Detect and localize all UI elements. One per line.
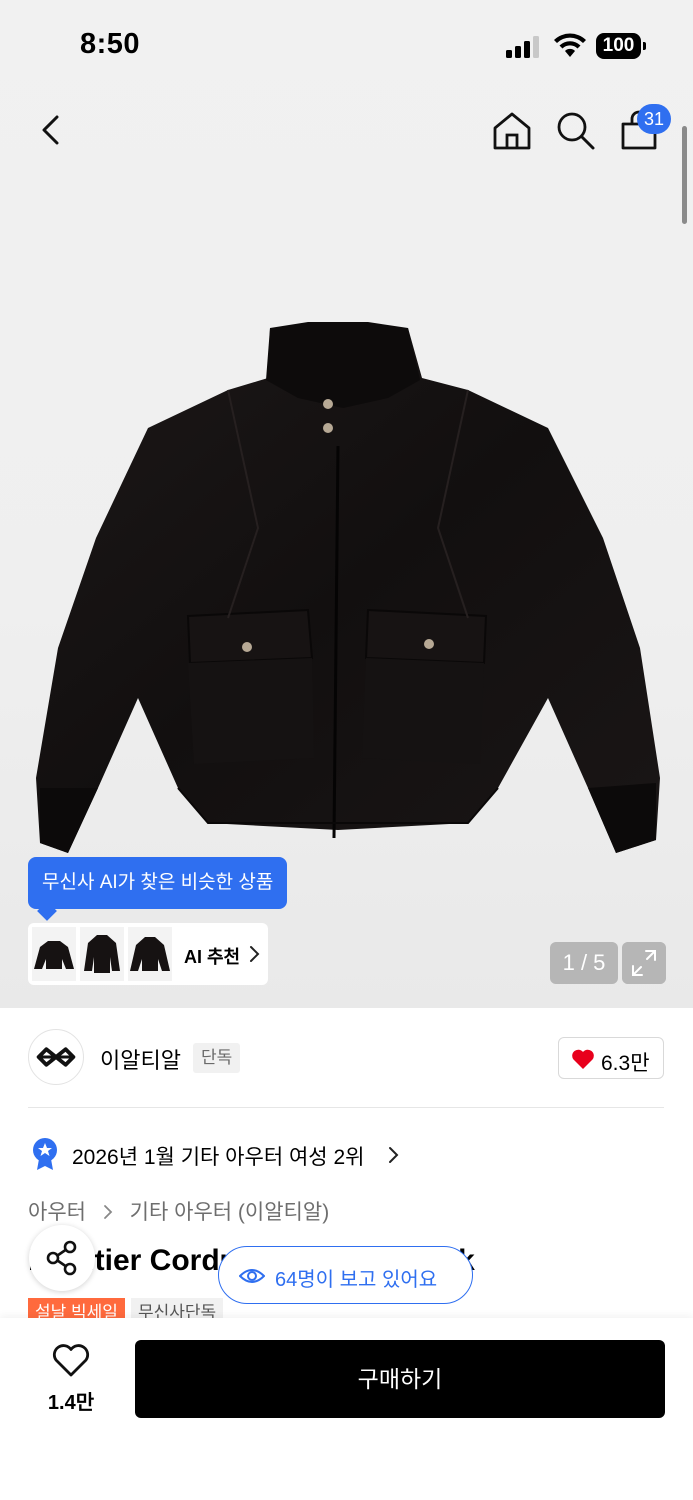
brand-like-count: 6.3만: [601, 1052, 650, 1075]
exclusive-tag: 무신사단독: [130, 1298, 224, 1320]
ai-thumbnail[interactable]: [80, 927, 124, 981]
battery-level: 100: [596, 33, 641, 59]
chevron-right-icon: [103, 1205, 113, 1219]
wishlist-count: 1.4만: [47, 1392, 95, 1414]
sale-tag: 설날 빅세일: [28, 1298, 125, 1320]
wishlist-button[interactable]: 1.4만: [30, 1340, 112, 1420]
back-icon[interactable]: [30, 108, 74, 152]
status-time: 8:50: [80, 28, 141, 60]
ai-similar-tooltip[interactable]: 무신사 AI가 찾은 비슷한 상품: [28, 857, 288, 909]
brand-like-button[interactable]: 6.3만: [558, 1037, 664, 1079]
image-page-indicator: 1 / 5: [550, 942, 618, 984]
share-button[interactable]: [29, 1225, 95, 1291]
chevron-right-icon: [250, 946, 260, 962]
ai-thumbnail[interactable]: [32, 927, 76, 981]
divider: [28, 1107, 664, 1108]
battery-icon: 100: [596, 33, 646, 59]
buy-button[interactable]: 구매하기: [135, 1340, 665, 1418]
product-gallery[interactable]: 8:50 100 31 무신사 AI가 찾은 비슷한 상품 AI 추천 1 / …: [0, 0, 693, 1008]
share-icon: [46, 1240, 77, 1276]
product-tags: 설날 빅세일 무신사단독: [28, 1298, 224, 1320]
breadcrumb: 아우터 기타 아우터 (이알티알): [28, 1196, 329, 1226]
expand-icon[interactable]: [622, 942, 666, 984]
signal-icon: [506, 36, 542, 58]
status-bar: 8:50 100: [0, 0, 693, 92]
ai-recommend-strip[interactable]: AI 추천: [28, 923, 268, 985]
scrollbar[interactable]: [682, 126, 687, 224]
ai-thumbnail[interactable]: [128, 927, 172, 981]
search-icon[interactable]: [553, 108, 597, 152]
breadcrumb-subcategory[interactable]: 기타 아우터 (이알티알): [130, 1201, 330, 1224]
product-image[interactable]: [28, 318, 668, 858]
viewers-text: 64명이 보고 있어요: [275, 1269, 438, 1291]
wifi-icon: [554, 33, 586, 57]
brand-name[interactable]: 이알티알: [100, 1043, 181, 1075]
chevron-right-icon: [389, 1147, 399, 1163]
viewers-indicator: 64명이 보고 있어요: [218, 1246, 473, 1304]
breadcrumb-category[interactable]: 아우터: [28, 1201, 86, 1224]
ai-recommend-label: AI 추천: [184, 947, 241, 967]
heart-outline-icon: [52, 1344, 90, 1377]
ranking-badge-icon: [33, 1138, 57, 1170]
heart-filled-icon: [572, 1049, 594, 1069]
ranking-link[interactable]: 2026년 1월 기타 아우터 여성 2위: [72, 1141, 364, 1171]
eye-icon: [239, 1269, 265, 1283]
brand-logo[interactable]: [28, 1029, 84, 1085]
cart-count-badge: 31: [637, 104, 671, 134]
home-icon[interactable]: [490, 108, 534, 152]
brand-exclusive-tag: 단독: [193, 1043, 241, 1073]
